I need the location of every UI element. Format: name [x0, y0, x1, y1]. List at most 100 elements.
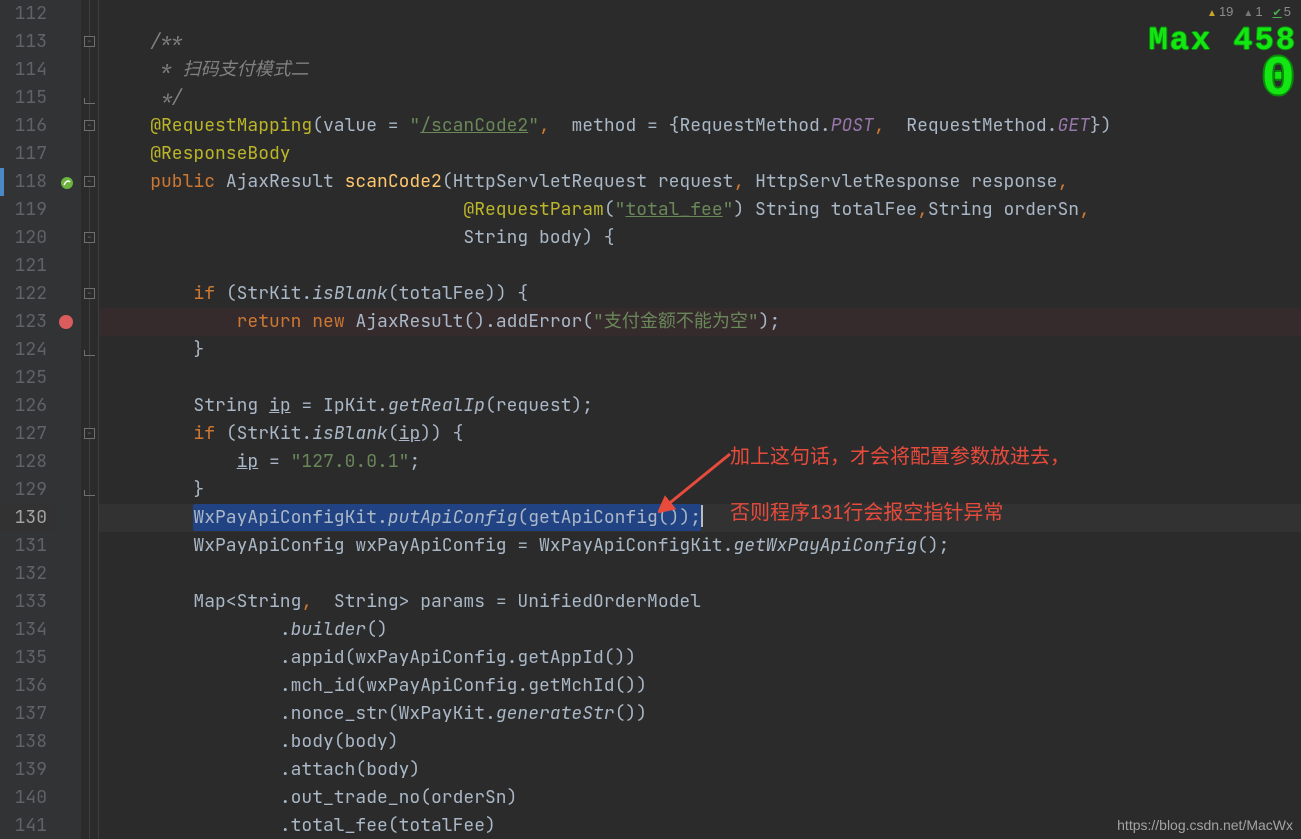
line-number: 118 — [0, 168, 55, 196]
code-token: ()) — [615, 702, 647, 725]
fold-toggle[interactable]: − — [84, 176, 95, 187]
code-line[interactable] — [99, 364, 1301, 392]
code-line[interactable] — [99, 560, 1301, 588]
code-token: HttpServletResponse — [755, 170, 971, 193]
code-token: Map<String — [193, 590, 301, 613]
code-line[interactable]: WxPayApiConfig wxPayApiConfig = WxPayApi… — [99, 532, 1301, 560]
code-token: @ResponseBody — [150, 142, 290, 165]
code-token: } — [193, 478, 204, 501]
code-line[interactable]: } — [99, 336, 1301, 364]
line-number: 128 — [0, 448, 55, 476]
code-line[interactable] — [99, 252, 1301, 280]
code-line[interactable]: .body(body) — [99, 728, 1301, 756]
line-number: 138 — [0, 728, 55, 756]
code-line[interactable]: .appid(wxPayApiConfig.getAppId()) — [99, 644, 1301, 672]
code-token: AjaxResult — [215, 170, 345, 193]
line-number: 129 — [0, 476, 55, 504]
code-line[interactable]: Map<String, String> params = UnifiedOrde… — [99, 588, 1301, 616]
code-token: .mch_id(wxPayApiConfig.getMchId()) — [280, 674, 647, 697]
code-line[interactable]: .mch_id(wxPayApiConfig.getMchId()) — [99, 672, 1301, 700]
typo-count: 5 — [1284, 4, 1291, 19]
code-token: } — [193, 338, 204, 361]
code-line[interactable]: String body) { — [99, 224, 1301, 252]
code-token: /** — [150, 30, 182, 53]
inspection-status[interactable]: 19 1 5 — [1207, 4, 1291, 19]
code-line[interactable]: WxPayApiConfigKit.putApiConfig(getApiCon… — [99, 504, 1301, 532]
warning-icon[interactable]: 19 — [1207, 4, 1233, 19]
code-token: isBlank — [312, 282, 388, 305]
code-token: = — [258, 450, 290, 473]
line-number: 136 — [0, 672, 55, 700]
code-token: , — [733, 170, 744, 193]
line-number: 121 — [0, 252, 55, 280]
code-line[interactable]: @RequestParam("total_fee") String totalF… — [99, 196, 1301, 224]
code-line[interactable]: .attach(body) — [99, 756, 1301, 784]
fold-gutter[interactable]: − − − − − − — [81, 0, 99, 839]
code-line[interactable] — [99, 0, 1301, 28]
spring-bean-icon[interactable] — [59, 174, 75, 197]
code-line[interactable]: * 扫码支付模式二 — [99, 56, 1301, 84]
fold-toggle[interactable]: − — [84, 120, 95, 131]
code-token: WxPayApiConfigKit. — [193, 506, 387, 529]
fold-toggle[interactable]: − — [84, 36, 95, 47]
fold-toggle[interactable]: − — [84, 428, 95, 439]
line-number: 116 — [0, 112, 55, 140]
line-number: 139 — [0, 756, 55, 784]
line-number: 137 — [0, 700, 55, 728]
code-line[interactable]: @RequestMapping(value = "/scanCode2", me… — [99, 112, 1301, 140]
code-token: )) { — [420, 422, 463, 445]
code-token: /scanCode2 — [420, 114, 528, 137]
line-number: 132 — [0, 560, 55, 588]
fold-end — [84, 98, 95, 104]
weak-warning-count: 1 — [1255, 4, 1262, 19]
fold-toggle[interactable]: − — [84, 288, 95, 299]
code-editor[interactable]: 1121131141151161171181191201211221231241… — [0, 0, 1301, 839]
gutter-marks[interactable] — [55, 0, 81, 839]
code-line[interactable]: } — [99, 476, 1301, 504]
line-number: 127 — [0, 420, 55, 448]
code-token: . — [280, 618, 291, 641]
fold-toggle[interactable]: − — [84, 232, 95, 243]
line-number: 131 — [0, 532, 55, 560]
code-token: @RequestMapping — [150, 114, 312, 137]
code-line[interactable]: @ResponseBody — [99, 140, 1301, 168]
code-line[interactable]: if (StrKit.isBlank(totalFee)) { — [99, 280, 1301, 308]
code-token: GET — [1057, 114, 1089, 137]
code-token: , — [301, 590, 312, 613]
typo-icon[interactable]: 5 — [1273, 4, 1291, 19]
code-line[interactable]: .builder() — [99, 616, 1301, 644]
code-token: (StrKit. — [215, 422, 312, 445]
code-token: (); — [917, 534, 949, 557]
code-token: "支付金额不能为空" — [593, 310, 759, 333]
code-token: if — [193, 422, 215, 445]
code-token: .appid(wxPayApiConfig.getAppId()) — [280, 646, 636, 669]
line-number: 134 — [0, 616, 55, 644]
line-number: 125 — [0, 364, 55, 392]
code-line[interactable]: String ip = IpKit.getRealIp(request); — [99, 392, 1301, 420]
code-line[interactable]: .nonce_str(WxPayKit.generateStr()) — [99, 700, 1301, 728]
line-number: 140 — [0, 784, 55, 812]
code-line[interactable]: */ — [99, 84, 1301, 112]
code-line[interactable]: if (StrKit.isBlank(ip)) { — [99, 420, 1301, 448]
weak-warning-icon[interactable]: 1 — [1243, 4, 1262, 19]
code-line[interactable]: .out_trade_no(orderSn) — [99, 784, 1301, 812]
code-line[interactable]: return new AjaxResult().addError("支付金额不能… — [99, 308, 1301, 336]
code-token: total_fee — [625, 198, 722, 221]
code-token: WxPayApiConfig wxPayApiConfig = WxPayApi… — [193, 534, 733, 557]
code-token: (value = — [312, 114, 409, 137]
breakpoint-icon[interactable] — [59, 315, 73, 329]
code-token: if — [193, 282, 215, 305]
code-line[interactable]: ip = "127.0.0.1"; — [99, 448, 1301, 476]
fold-end — [84, 350, 95, 356]
line-number: 124 — [0, 336, 55, 364]
code-area[interactable]: /** * 扫码支付模式二 */ @RequestMapping(value =… — [99, 0, 1301, 839]
line-number: 133 — [0, 588, 55, 616]
code-line[interactable]: /** — [99, 28, 1301, 56]
code-token: .total_fee(totalFee) — [280, 814, 496, 837]
code-line[interactable]: public AjaxResult scanCode2(HttpServletR… — [99, 168, 1301, 196]
line-number: 117 — [0, 140, 55, 168]
code-token: ; — [409, 450, 420, 473]
code-token: .body(body) — [280, 730, 399, 753]
code-token: ( — [604, 198, 615, 221]
warning-count: 19 — [1219, 4, 1233, 19]
